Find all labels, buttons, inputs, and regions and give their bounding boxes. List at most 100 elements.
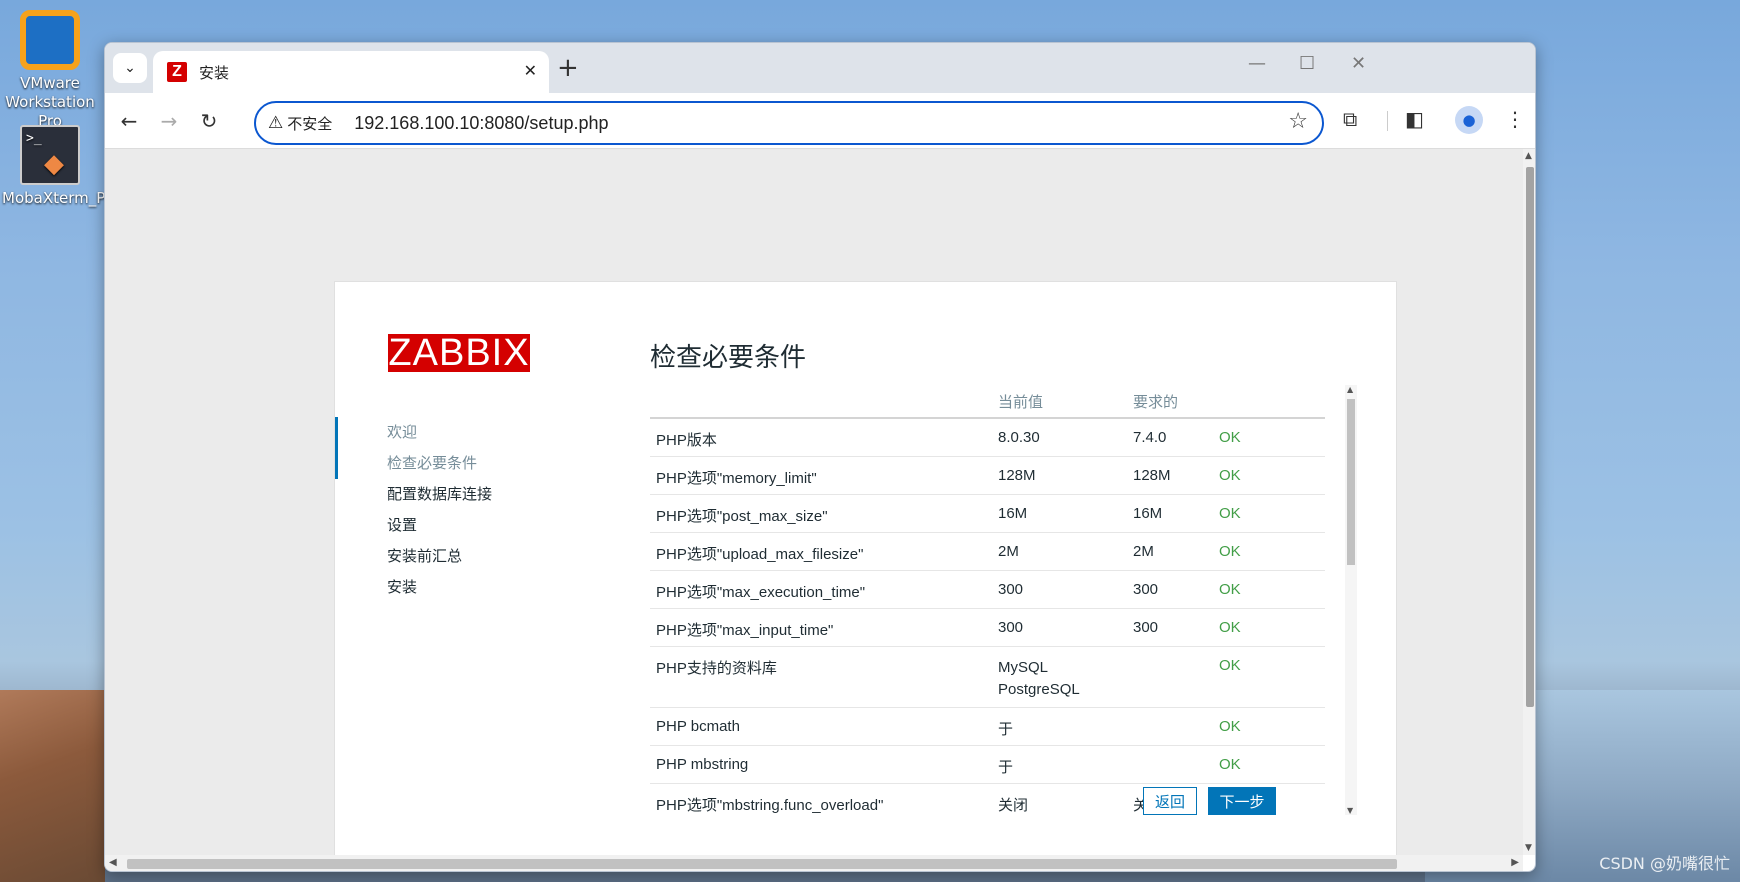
maximize-button[interactable]: ☐ (1299, 53, 1315, 74)
row-current: 16M (998, 494, 1133, 533)
table-header-row: 当前值 要求的 (650, 385, 1325, 419)
zabbix-favicon-icon: Z (167, 62, 187, 82)
step-welcome: 欢迎 (387, 423, 418, 441)
warning-icon[interactable]: ⚠ (268, 113, 283, 133)
tab-search-button[interactable]: ⌄ (113, 53, 147, 83)
row-name: PHP mbstring (650, 745, 998, 784)
new-tab-button[interactable]: + (557, 53, 579, 83)
row-required: 7.4.0 (1133, 418, 1219, 457)
reload-button[interactable]: ↻ (193, 105, 225, 137)
step-install: 安装 (387, 578, 418, 596)
zabbix-logo: ZABBIX (388, 332, 530, 374)
watermark: CSDN @奶嘴很忙 (1599, 854, 1730, 873)
row-current: 2M (998, 532, 1133, 571)
reload-icon: ↻ (200, 109, 218, 133)
close-icon: ✕ (1351, 53, 1367, 74)
browser-window: ⌄ Z 安装 ✕ + — ☐ ✕ ← → ↻ ⚠ 不安全 192.168.100… (104, 42, 1536, 872)
table-row: PHP mbstring 于 OK (650, 745, 1325, 784)
row-required (1133, 707, 1219, 746)
row-current: 128M (998, 456, 1133, 495)
prerequisites-table-container[interactable]: 当前值 要求的 PHP版本 8.0.30 7.4.0 OK PHP选项"memo… (650, 385, 1348, 815)
page-viewport: ZABBIX 欢迎 检查必要条件 配置数据库连接 设置 安装前汇总 安装 检查必… (105, 149, 1523, 855)
row-name: PHP选项"mbstring.func_overload" (650, 783, 998, 815)
scroll-down-icon[interactable]: ▼ (1525, 843, 1532, 853)
row-status: OK (1219, 418, 1325, 457)
step-db-connection: 配置数据库连接 (387, 485, 493, 503)
page-scrollbar-thumb[interactable] (1526, 167, 1534, 707)
row-required: 128M (1133, 456, 1219, 495)
side-panel-icon[interactable]: ◧ (1405, 107, 1424, 131)
forward-button[interactable]: → (153, 105, 185, 137)
desktop-icon-label: MobaXterm_Personal_2... (2, 189, 192, 207)
row-name: PHP选项"memory_limit" (650, 456, 998, 495)
page-vertical-scrollbar[interactable]: ▲ ▼ (1523, 149, 1535, 855)
header-current: 当前值 (998, 385, 1133, 419)
table-row: PHP选项"upload_max_filesize" 2M 2M OK (650, 532, 1325, 571)
desktop-icon-vmware[interactable]: VMware Workstation Pro (2, 10, 98, 131)
page-horizontal-scrollbar[interactable]: ◀ ▶ (105, 855, 1523, 871)
chevron-down-icon: ⌄ (124, 60, 136, 76)
row-name: PHP选项"max_execution_time" (650, 570, 998, 609)
next-step-button[interactable]: 下一步 (1208, 787, 1276, 815)
scroll-up-icon[interactable]: ▲ (1525, 151, 1532, 161)
menu-kebab-icon[interactable]: ⋮ (1505, 107, 1525, 131)
scroll-down-icon[interactable]: ▼ (1347, 806, 1353, 815)
row-name: PHP支持的资料库 (650, 646, 998, 708)
page-hscrollbar-thumb[interactable] (127, 859, 1397, 869)
url-text[interactable]: 192.168.100.10:8080/setup.php (354, 113, 608, 134)
table-row: PHP版本 8.0.30 7.4.0 OK (650, 418, 1325, 457)
desktop-icon-label: VMware Workstation Pro (5, 74, 95, 130)
scroll-left-icon[interactable]: ◀ (109, 857, 117, 868)
bookmark-star-icon[interactable]: ☆ (1288, 109, 1308, 134)
maximize-icon: ☐ (1299, 53, 1316, 74)
row-status: OK (1219, 707, 1325, 746)
address-bar[interactable]: ⚠ 不安全 192.168.100.10:8080/setup.php ☆ (254, 101, 1324, 145)
extensions-icon[interactable]: ⧉ (1343, 107, 1357, 131)
header-required: 要求的 (1133, 385, 1219, 419)
row-status: OK (1219, 456, 1325, 495)
row-status: OK (1219, 570, 1325, 609)
scroll-right-icon[interactable]: ▶ (1511, 857, 1519, 868)
page-title: 检查必要条件 (650, 343, 807, 373)
header-name (650, 385, 998, 419)
row-name: PHP选项"post_max_size" (650, 494, 998, 533)
row-required: 2M (1133, 532, 1219, 571)
security-label[interactable]: 不安全 (287, 113, 332, 134)
row-required: 300 (1133, 608, 1219, 647)
table-row: PHP选项"memory_limit" 128M 128M OK (650, 456, 1325, 495)
close-icon[interactable]: ✕ (524, 61, 537, 80)
close-window-button[interactable]: ✕ (1351, 53, 1366, 74)
minimize-button[interactable]: — (1248, 53, 1266, 74)
table-row: PHP选项"max_execution_time" 300 300 OK (650, 570, 1325, 609)
tab-active[interactable]: Z 安装 ✕ (153, 51, 549, 93)
tab-strip: ⌄ Z 安装 ✕ + — ☐ ✕ (105, 43, 1535, 93)
row-required (1133, 646, 1219, 708)
back-step-button[interactable]: 返回 (1143, 787, 1197, 815)
db-postgresql: PostgreSQL (998, 680, 1080, 698)
row-required: 300 (1133, 570, 1219, 609)
row-status: OK (1219, 532, 1325, 571)
row-required (1133, 745, 1219, 784)
profile-avatar-icon[interactable]: ● (1455, 106, 1483, 134)
row-status: OK (1219, 745, 1325, 784)
row-current: 300 (998, 608, 1133, 647)
row-name: PHP选项"upload_max_filesize" (650, 532, 998, 571)
step-settings: 设置 (387, 516, 418, 534)
row-status: OK (1219, 494, 1325, 533)
table-scrollbar-thumb[interactable] (1347, 399, 1355, 565)
back-button[interactable]: ← (113, 105, 145, 137)
scroll-up-icon[interactable]: ▲ (1347, 385, 1353, 394)
row-current: 于 (998, 745, 1133, 784)
mobaxterm-icon: >_ ◆ (20, 125, 80, 185)
table-row: PHP支持的资料库 MySQL PostgreSQL OK (650, 646, 1325, 708)
row-current: 300 (998, 570, 1133, 609)
step-check-prerequisites: 检查必要条件 (387, 454, 478, 472)
row-required: 16M (1133, 494, 1219, 533)
row-name: PHP版本 (650, 418, 998, 457)
row-current: 于 (998, 707, 1133, 746)
table-scrollbar[interactable]: ▲ ▼ (1345, 385, 1357, 815)
arrow-left-icon: ← (120, 109, 138, 133)
row-status: OK (1219, 646, 1325, 708)
desktop-icon-mobaxterm[interactable]: >_ ◆ MobaXterm_Personal_2... (2, 125, 192, 208)
row-current: MySQL PostgreSQL (998, 646, 1133, 708)
